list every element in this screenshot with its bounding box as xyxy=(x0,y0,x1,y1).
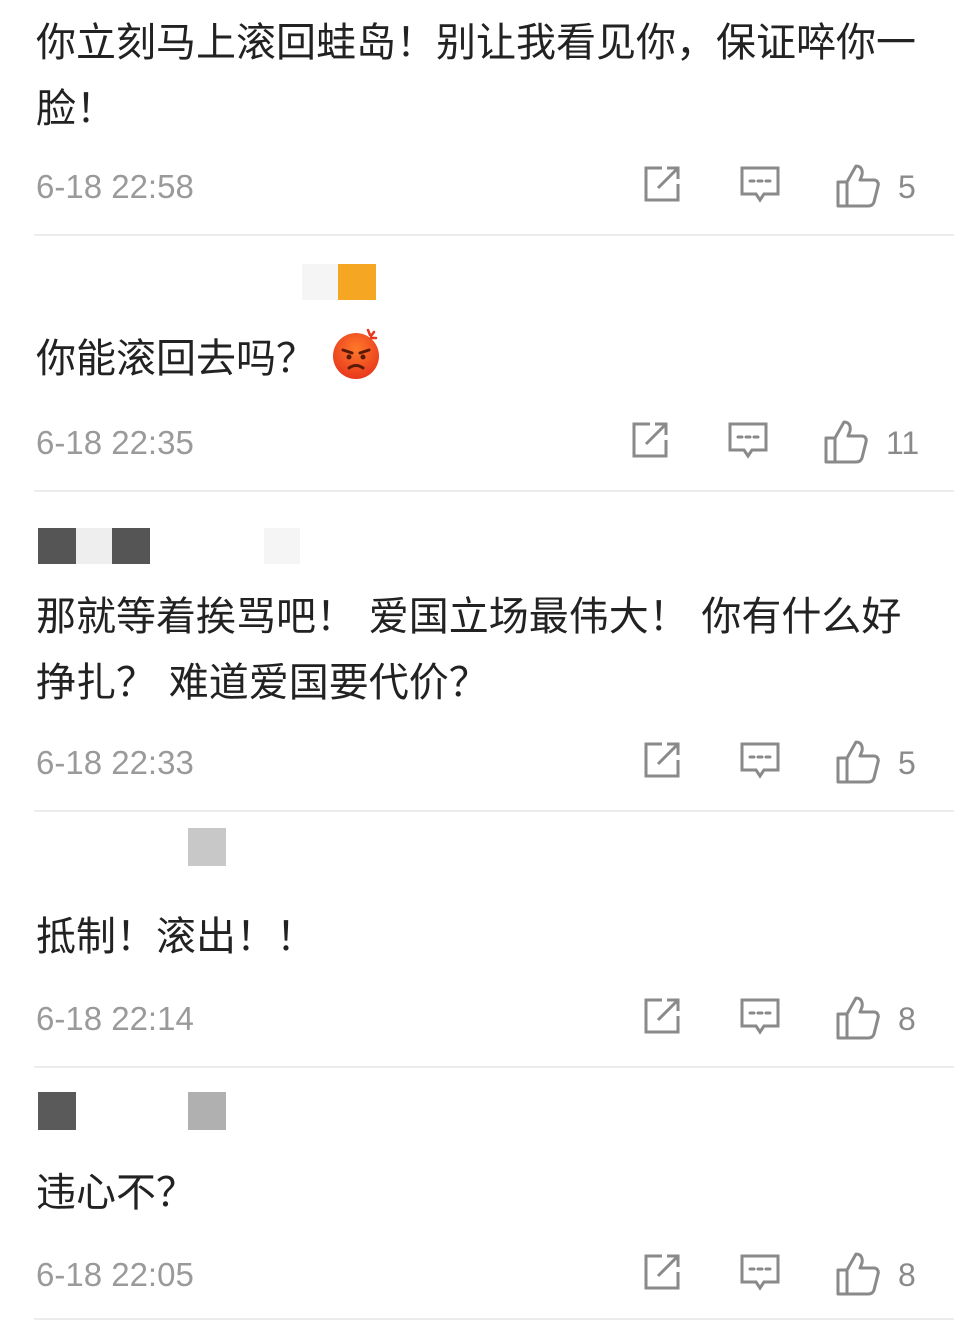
comment-divider xyxy=(34,1066,954,1068)
comment-text: 你能滚回去吗？ xyxy=(36,336,316,382)
repost-button[interactable] xyxy=(640,162,684,212)
comment-meta: 6-18 22:05 8 xyxy=(0,1250,954,1300)
like-count: 11 xyxy=(886,425,920,461)
comment-divider xyxy=(34,1318,954,1320)
like-button[interactable] xyxy=(834,738,882,788)
reply-button[interactable] xyxy=(738,1250,782,1300)
comment-meta: 6-18 22:58 5 xyxy=(0,162,954,212)
thumbs-up-icon xyxy=(836,1252,880,1296)
like-button[interactable] xyxy=(822,418,870,468)
like-count: 5 xyxy=(898,745,916,781)
comment-icon xyxy=(740,742,780,779)
repost-button[interactable] xyxy=(640,738,684,788)
like-count: 8 xyxy=(898,1001,916,1037)
comment-icon xyxy=(740,166,780,203)
repost-icon xyxy=(644,166,680,202)
repost-icon xyxy=(644,998,680,1034)
reply-button[interactable] xyxy=(726,418,770,468)
repost-button[interactable] xyxy=(640,994,684,1044)
thumbs-up-icon xyxy=(836,996,880,1040)
thumbs-up-icon xyxy=(824,420,868,464)
comment-text: 那就等着挨骂吧！ 爱国立场最伟大！ 你有什么好挣扎？ 难道爱国要代价？ xyxy=(36,594,902,706)
comment-timestamp: 6-18 22:33 xyxy=(36,744,194,781)
comment-divider xyxy=(34,490,954,492)
reply-button[interactable] xyxy=(738,738,782,788)
comment-divider xyxy=(34,810,954,812)
thumbs-up-icon xyxy=(836,740,880,784)
like-button[interactable] xyxy=(834,162,882,212)
reply-button[interactable] xyxy=(738,162,782,212)
like-count: 5 xyxy=(898,169,916,205)
repost-icon xyxy=(644,1254,680,1290)
comment-meta: 6-18 22:14 8 xyxy=(0,994,954,1044)
like-button[interactable] xyxy=(834,994,882,1044)
repost-icon xyxy=(632,422,668,458)
comment-text-row: 你能滚回去吗？ xyxy=(36,326,926,400)
repost-button[interactable] xyxy=(640,1250,684,1300)
comment-meta: 6-18 22:33 5 xyxy=(0,738,954,788)
repost-icon xyxy=(644,742,680,778)
comment-timestamp: 6-18 22:05 xyxy=(36,1256,194,1293)
comment-icon xyxy=(740,1254,780,1291)
repost-button[interactable] xyxy=(628,418,672,468)
comment-timestamp: 6-18 22:58 xyxy=(36,168,194,205)
comment-timestamp: 6-18 22:14 xyxy=(36,1000,194,1037)
angry-face-emoji xyxy=(330,328,382,400)
comment-icon xyxy=(728,422,768,459)
comment-timestamp: 6-18 22:35 xyxy=(36,424,194,461)
thumbs-up-icon xyxy=(836,164,880,208)
like-button[interactable] xyxy=(834,1250,882,1300)
reply-button[interactable] xyxy=(738,994,782,1044)
like-count: 8 xyxy=(898,1257,916,1293)
comment-text: 你立刻马上滚回蛙岛！别让我看见你，保证啐你一脸！ xyxy=(36,20,916,132)
comment-divider xyxy=(34,234,954,236)
comment-icon xyxy=(740,998,780,1035)
comment-meta: 6-18 22:35 11 xyxy=(0,418,954,468)
comment-text: 违心不？ xyxy=(36,1170,196,1216)
comment-text: 抵制！滚出！！ xyxy=(36,914,316,960)
